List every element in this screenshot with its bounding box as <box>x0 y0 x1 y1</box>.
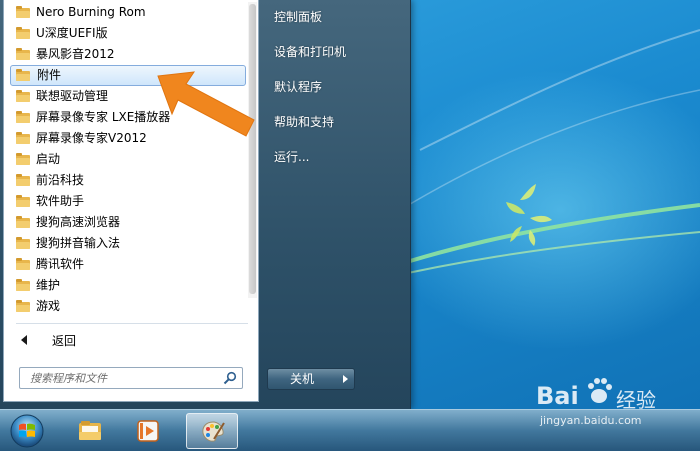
watermark-jingyan: 经验 <box>616 388 656 412</box>
folder-icon <box>16 48 30 60</box>
watermark-brand: Bai <box>536 382 579 410</box>
start-menu-link[interactable]: 运行... <box>274 148 309 165</box>
folder-icon <box>16 111 30 123</box>
program-folder-label: U深度UEFI版 <box>36 26 108 40</box>
program-folder-item[interactable]: 腾讯软件 <box>10 254 246 275</box>
start-menu-link[interactable]: 设备和打印机 <box>274 43 346 60</box>
program-folder-item[interactable]: 搜狗拼音输入法 <box>10 233 246 254</box>
folder-icon <box>16 195 30 207</box>
folder-icon <box>79 421 101 440</box>
search-input[interactable] <box>20 368 226 388</box>
program-folder-label: 联想驱动管理 <box>36 89 109 103</box>
paint-palette-icon <box>202 421 225 442</box>
program-folder-label: Nero Burning Rom <box>36 5 146 19</box>
program-folder-item[interactable]: 暴风影音2012 <box>10 44 246 65</box>
folder-icon <box>16 153 30 165</box>
shutdown-options-button[interactable] <box>336 368 355 390</box>
back-label: 返回 <box>52 334 77 348</box>
start-menu: Nero Burning Rom U深度UEFI版 暴风影音2012 附件联想驱动管理… <box>0 0 411 409</box>
folder-icon <box>16 27 30 39</box>
media-player-icon <box>137 420 159 442</box>
start-menu-link[interactable]: 默认程序 <box>274 78 322 95</box>
taskbar-media-player-button[interactable] <box>122 413 174 449</box>
folder-icon <box>16 174 30 186</box>
program-folder-item[interactable]: 游戏 <box>10 296 246 317</box>
search-icon[interactable] <box>223 371 237 385</box>
program-list-scrollbar[interactable] <box>248 2 257 298</box>
program-folder-item[interactable]: 启动 <box>10 149 246 170</box>
scrollbar-thumb[interactable] <box>249 4 256 294</box>
back-arrow-icon <box>21 335 27 345</box>
shutdown-control: 关机 <box>267 368 357 390</box>
program-folder-label: 搜狗拼音输入法 <box>36 236 121 250</box>
program-folder-label: 前沿科技 <box>36 173 85 187</box>
back-button[interactable]: 返回 <box>14 329 250 351</box>
baidu-paw-icon <box>588 378 612 403</box>
folder-icon <box>16 216 30 228</box>
program-folder-item[interactable]: 维护 <box>10 275 246 296</box>
program-folder-label: 游戏 <box>36 299 61 313</box>
watermark-url: jingyan.baidu.com <box>540 414 642 427</box>
folder-icon <box>16 237 30 249</box>
taskbar-paint-button[interactable] <box>186 413 238 449</box>
program-folder-label: 搜狗高速浏览器 <box>36 215 121 229</box>
program-folder-label: 附件 <box>37 68 62 82</box>
divider <box>16 323 248 324</box>
folder-icon <box>16 90 30 102</box>
taskbar-explorer-button[interactable] <box>64 413 116 449</box>
program-folder-label: 软件助手 <box>36 194 85 208</box>
search-box[interactable] <box>19 367 243 389</box>
program-folder-label: 暴风影音2012 <box>36 47 115 61</box>
program-folder-item[interactable]: 前沿科技 <box>10 170 246 191</box>
chevron-right-icon <box>343 375 348 383</box>
program-folder-label: 启动 <box>36 152 61 166</box>
start-button[interactable] <box>6 413 48 449</box>
program-folder-label: 维护 <box>36 278 61 292</box>
program-folder-item[interactable]: 搜狗高速浏览器 <box>10 212 246 233</box>
folder-icon <box>16 6 30 18</box>
folder-icon <box>16 300 30 312</box>
start-menu-link[interactable]: 控制面板 <box>274 8 322 25</box>
program-list: Nero Burning Rom U深度UEFI版 暴风影音2012 附件联想驱动管理… <box>10 2 246 317</box>
folder-icon <box>16 258 30 270</box>
orange-pointer-arrow-icon <box>157 71 255 137</box>
folder-icon <box>16 132 30 144</box>
folder-icon <box>16 279 30 291</box>
program-folder-label: 屏幕录像专家V2012 <box>36 131 147 145</box>
program-folder-item[interactable]: U深度UEFI版 <box>10 23 246 44</box>
program-folder-item[interactable]: 软件助手 <box>10 191 246 212</box>
bamboo-leaf-icon <box>506 184 552 246</box>
shutdown-button[interactable]: 关机 <box>267 368 337 390</box>
start-menu-right-pane: 控制面板设备和打印机 默认程序帮助和支持运行... <box>262 0 410 402</box>
folder-icon <box>16 69 30 81</box>
baidu-jingyan-watermark: Bai 经验 jingyan.baidu.com <box>536 372 696 432</box>
start-menu-link[interactable]: 帮助和支持 <box>274 113 334 130</box>
start-menu-programs-pane: Nero Burning Rom U深度UEFI版 暴风影音2012 附件联想驱动管理… <box>3 0 259 402</box>
program-folder-label: 腾讯软件 <box>36 257 85 271</box>
program-folder-item[interactable]: Nero Burning Rom <box>10 2 246 23</box>
